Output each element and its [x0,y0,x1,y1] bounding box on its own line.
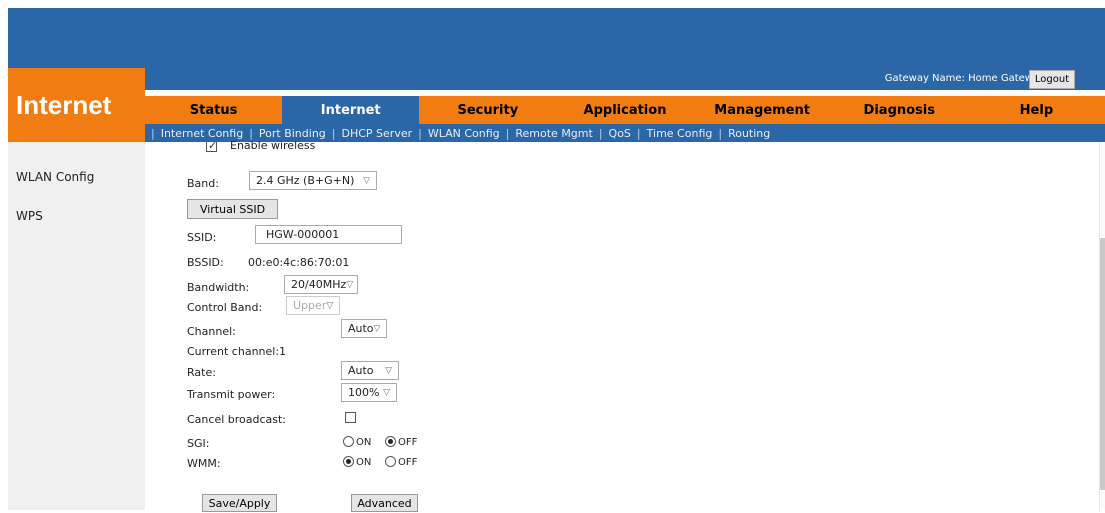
subnav-separator: | [418,126,422,140]
sgi-on-radio[interactable] [343,436,354,447]
wmm-on-label: ON [356,457,372,468]
tab-status[interactable]: Status [145,96,282,124]
bssid-label: BSSID: [187,256,224,269]
transmit-power-label: Transmit power: [187,388,276,401]
logout-button[interactable]: Logout [1029,70,1075,89]
wmm-off-label: OFF [398,457,418,468]
subnav-time-config[interactable]: Time Config [641,127,719,140]
save-apply-button[interactable]: Save/Apply [202,494,277,512]
subnav-wlan-config[interactable]: WLAN Config [422,127,506,140]
tab-application[interactable]: Application [556,96,693,124]
chevron-down-icon: ▽ [373,323,381,334]
control-band-select: Upper ▽ [286,296,340,315]
sidebar-item-wps[interactable]: WPS [16,209,43,223]
sidebar [8,142,145,510]
subnav-separator: | [151,126,155,140]
content-area [145,142,1100,510]
band-select[interactable]: 2.4 GHz (B+G+N) ▽ [249,171,377,190]
chevron-down-icon: ▽ [346,279,354,290]
bandwidth-select[interactable]: 20/40MHz ▽ [284,275,358,294]
wmm-off-radio[interactable] [385,456,396,467]
wmm-label: WMM: [187,457,221,470]
subnav-separator: | [331,126,336,140]
bandwidth-label: Bandwidth: [187,281,250,294]
sgi-label: SGI: [187,437,210,450]
sgi-on-label: ON [356,437,372,448]
subnav-internet-config[interactable]: Internet Config [155,127,249,140]
cancel-broadcast-label: Cancel broadcast: [187,413,287,426]
band-label: Band: [187,177,219,190]
subnav-qos[interactable]: QoS [603,127,637,140]
transmit-power-value: 100% [348,386,380,399]
control-band-label: Control Band: [187,301,263,314]
control-band-value: Upper [293,299,327,312]
sidebar-item-wlan-config[interactable]: WLAN Config [16,170,94,184]
rate-value: Auto [348,364,374,377]
channel-select[interactable]: Auto ▽ [341,319,387,338]
main-tabs: Status Internet Security Application Man… [145,96,1105,124]
subnav-separator: | [718,126,723,140]
channel-label: Channel: [187,325,236,338]
subnav-dhcp-server[interactable]: DHCP Server [336,127,419,140]
channel-value: Auto [348,322,374,335]
bandwidth-value: 20/40MHz [291,278,347,291]
subnav-remote-mgmt[interactable]: Remote Mgmt [509,127,598,140]
bssid-value: 00:e0:4c:86:70:01 [248,256,350,269]
cancel-broadcast-checkbox[interactable] [345,412,356,423]
enable-wireless-checkbox[interactable]: ✓ [206,139,218,152]
top-banner [8,8,1105,68]
subnav-separator: | [249,126,253,140]
sgi-off-label: OFF [398,437,418,448]
subnav-separator: | [598,126,603,140]
transmit-power-select[interactable]: 100% ▽ [341,383,397,402]
tab-diagnosis[interactable]: Diagnosis [831,96,968,124]
chevron-down-icon: ▽ [326,300,334,311]
chevron-down-icon: ▽ [363,175,370,186]
scrollbar-thumb[interactable] [1100,238,1105,490]
check-mark-icon: ✓ [208,139,218,152]
gateway-name: Gateway Name: Home Gateway [884,73,1045,84]
tab-help[interactable]: Help [968,96,1105,124]
advanced-button[interactable]: Advanced [351,494,418,512]
subnav-port-binding[interactable]: Port Binding [253,127,332,140]
tab-management[interactable]: Management [694,96,831,124]
chevron-down-icon: ▽ [383,387,390,398]
tab-internet[interactable]: Internet [282,96,420,124]
subnav-separator: | [505,126,510,140]
ssid-input[interactable]: HGW-000001 [255,225,402,244]
current-channel: Current channel:1 [187,345,287,358]
rate-select[interactable]: Auto ▽ [341,361,399,380]
rate-label: Rate: [187,366,216,379]
chevron-down-icon: ▽ [385,365,392,376]
sgi-off-radio[interactable] [385,436,396,447]
tab-security[interactable]: Security [419,96,556,124]
ssid-label: SSID: [187,231,217,244]
subnav-separator: | [636,126,641,140]
virtual-ssid-button[interactable]: Virtual SSID [187,199,278,219]
page-brand: Internet [16,90,112,120]
band-value: 2.4 GHz (B+G+N) [256,174,355,187]
subnav-routing[interactable]: Routing [722,127,776,140]
wmm-on-radio[interactable] [343,456,354,467]
enable-wireless-label: Enable wireless [230,139,316,152]
